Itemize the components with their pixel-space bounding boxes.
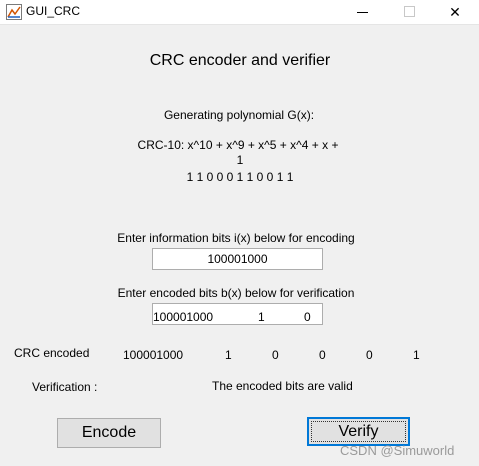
window-title: GUI_CRC: [26, 4, 81, 18]
watermark: CSDN @Simuworld: [340, 443, 455, 458]
verify-button[interactable]: Verify: [307, 417, 410, 446]
verification-result-message: The encoded bits are valid: [212, 379, 353, 393]
maximize-icon: [404, 6, 415, 17]
encode-button[interactable]: Encode: [57, 418, 161, 448]
encoded-bits-part: 100001000: [153, 310, 214, 324]
information-bits-input[interactable]: 100001000: [152, 248, 323, 270]
crc-encoded-value: 1: [225, 348, 232, 362]
crc-encoded-value: 0: [272, 348, 279, 362]
encoded-bits-part: 1: [258, 310, 265, 324]
crc-encoded-value: 100001000: [123, 348, 184, 362]
close-button[interactable]: ✕: [432, 0, 478, 24]
crc-encoded-value: 0: [366, 348, 373, 362]
verification-result-label: Verification :: [32, 380, 98, 394]
polynomial-expression: CRC-10: x^10 + x^9 + x^5 + x^4 + x +: [137, 138, 339, 152]
crc-encoded-value: 0: [319, 348, 326, 362]
encoded-bits-part: 0: [304, 310, 311, 324]
polynomial-expression-cont: 1: [236, 153, 244, 167]
minimize-icon: [357, 12, 368, 13]
maximize-button[interactable]: [386, 0, 432, 24]
close-icon: ✕: [449, 4, 461, 20]
encode-button-label: Encode: [81, 424, 137, 441]
minimize-button[interactable]: [340, 0, 386, 24]
encoding-label: Enter information bits i(x) below for en…: [117, 231, 355, 245]
matlab-figure-icon: [6, 4, 22, 20]
encoded-bits-input[interactable]: 100001000 1 0: [152, 303, 323, 325]
crc-encoded-value: 1: [413, 348, 420, 362]
window-titlebar: GUI_CRC ✕: [0, 0, 479, 25]
verification-label: Enter encoded bits b(x) below for verifi…: [117, 286, 355, 300]
page-title: CRC encoder and verifier: [149, 52, 331, 69]
polynomial-bits: 1 1 0 0 0 1 1 0 0 1 1: [186, 170, 294, 184]
crc-encoded-label: CRC encoded: [14, 346, 90, 360]
focus-ring: [311, 421, 406, 442]
polynomial-label: Generating polynomial G(x):: [163, 108, 315, 122]
information-bits-value: 100001000: [207, 252, 268, 266]
